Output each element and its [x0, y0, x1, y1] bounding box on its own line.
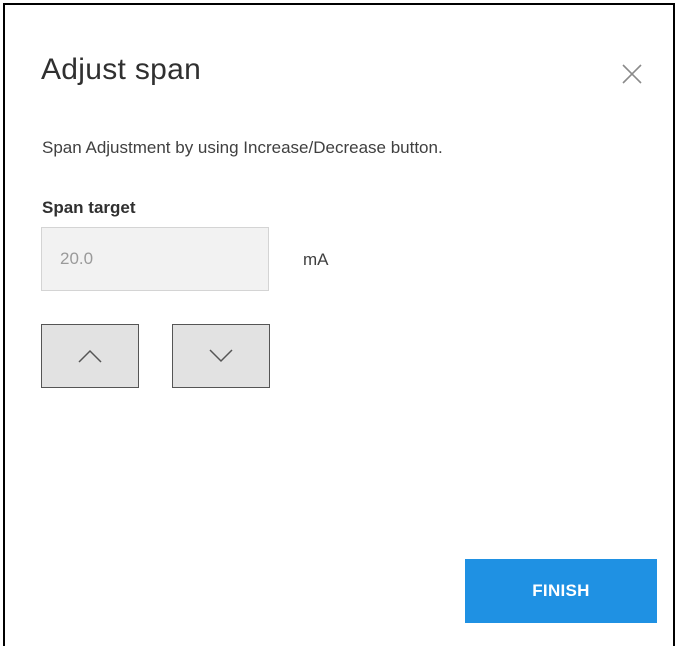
decrease-button[interactable]	[172, 324, 270, 388]
dialog-title: Adjust span	[41, 53, 202, 86]
close-icon	[622, 64, 642, 84]
chevron-down-icon	[209, 349, 233, 363]
finish-button[interactable]: FINISH	[465, 559, 657, 623]
adjust-span-dialog: Adjust span Span Adjustment by using Inc…	[3, 3, 675, 646]
increase-button[interactable]	[41, 324, 139, 388]
chevron-up-icon	[78, 349, 102, 363]
close-button[interactable]	[619, 61, 645, 87]
span-target-label: Span target	[42, 198, 136, 217]
span-target-input[interactable]	[41, 227, 269, 291]
span-target-unit: mA	[303, 250, 329, 269]
dialog-description: Span Adjustment by using Increase/Decrea…	[42, 138, 443, 157]
